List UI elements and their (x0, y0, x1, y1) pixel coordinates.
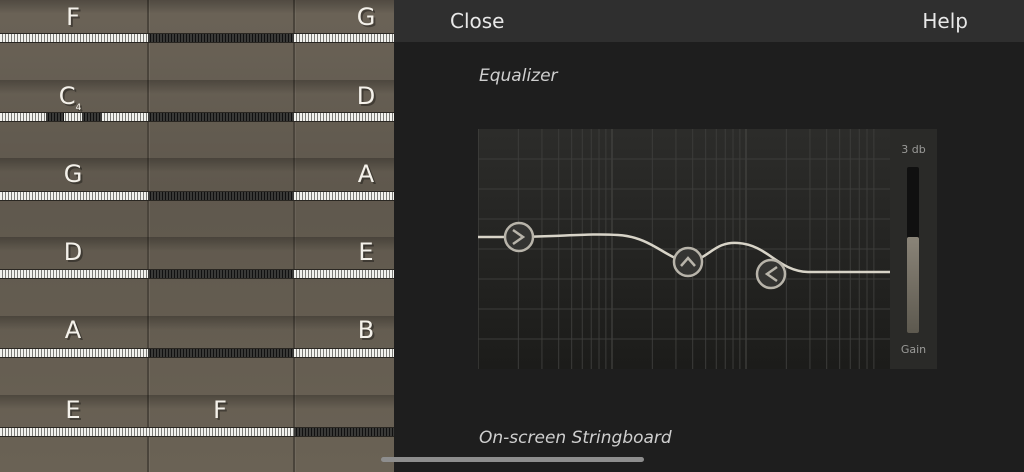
note-label-fret2: G (356, 3, 376, 31)
gain-slider[interactable] (907, 167, 919, 333)
gain-control: 3 db Gain (890, 129, 937, 369)
note-label-open: G (63, 160, 83, 188)
string-d[interactable] (0, 269, 394, 279)
close-button[interactable]: Close (450, 9, 504, 33)
note-label-fret2: E (358, 238, 374, 266)
note-label-fret2: A (357, 160, 375, 188)
note-label-open: E (65, 396, 81, 424)
stringboard-title: On-screen Stringboard (479, 428, 672, 448)
note-label-fret2: D (356, 82, 376, 110)
string-e[interactable] (0, 427, 394, 437)
gain-db-label: 3 db (901, 143, 926, 156)
gain-label: Gain (900, 343, 927, 356)
eq-band-handle-low[interactable] (503, 221, 535, 253)
equalizer-graph-svg (478, 129, 890, 369)
equalizer-graph[interactable] (478, 129, 890, 369)
home-indicator[interactable] (381, 457, 644, 462)
note-label-open: C4 (58, 82, 82, 113)
string-a[interactable] (0, 348, 394, 358)
fretboard[interactable]: F G C4 D G A D E A B E F (0, 0, 394, 472)
note-label-open: F (66, 3, 80, 31)
note-label-open: A (64, 316, 82, 344)
string-f[interactable] (0, 33, 394, 43)
eq-band-handle-mid[interactable] (672, 246, 704, 278)
gain-slider-fill (907, 236, 919, 333)
equalizer-title: Equalizer (479, 66, 558, 86)
note-label-fret1: F (213, 396, 227, 424)
note-label-fret2: B (357, 316, 375, 344)
note-label-open: D (63, 238, 83, 266)
eq-band-handle-high[interactable] (755, 258, 787, 290)
top-bar: Close Help (394, 0, 1024, 42)
string-g[interactable] (0, 191, 394, 201)
help-button[interactable]: Help (922, 9, 968, 33)
